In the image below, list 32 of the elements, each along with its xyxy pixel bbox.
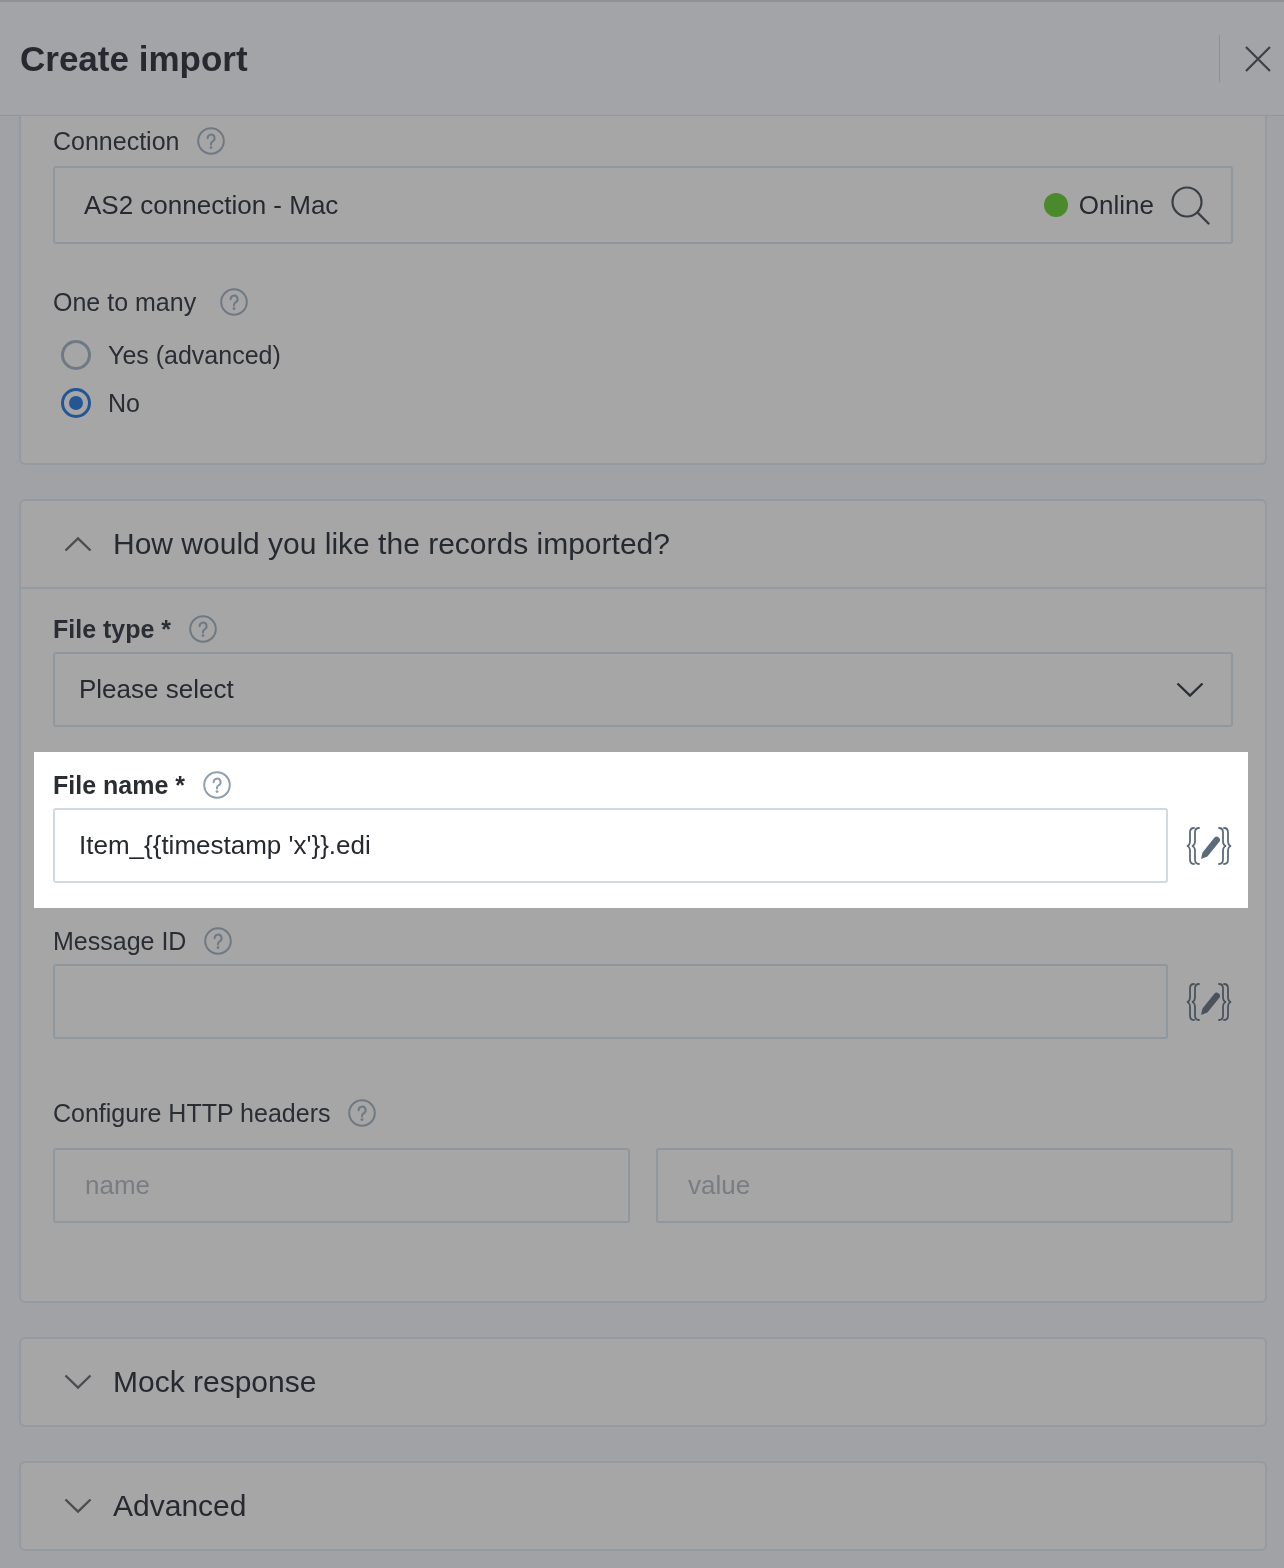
radio-option[interactable]: No [53, 379, 140, 427]
chevron-down-icon[interactable] [1176, 681, 1204, 698]
field-label: Configure HTTP headers [53, 1098, 331, 1128]
radio-option[interactable]: Yes (advanced) [53, 331, 281, 379]
section-header[interactable]: Advanced [21, 1463, 1265, 1549]
radio-icon[interactable] [61, 388, 91, 418]
chevron-up-icon[interactable] [64, 536, 92, 552]
lookup-field[interactable]: AS2 connection - Mac Online [53, 166, 1233, 244]
help-icon[interactable] [197, 127, 226, 155]
help-icon[interactable] [348, 1099, 377, 1127]
dialog-title: Create import [20, 37, 248, 80]
field-label: Connection [53, 126, 180, 156]
search-icon[interactable] [1170, 185, 1210, 225]
braces-pencil-icon[interactable] [1185, 825, 1233, 866]
field-label: Message ID [53, 926, 187, 956]
text-input[interactable]: Item_{{timestamp 'x'}}.edi [53, 808, 1168, 883]
section-header[interactable]: How would you like the records imported? [21, 501, 1265, 589]
status-label: Online [1078, 189, 1154, 221]
braces-pencil-icon[interactable] [1185, 981, 1233, 1022]
field-label: File type * [53, 614, 172, 644]
close-icon[interactable] [1244, 44, 1272, 73]
chevron-down-icon[interactable] [64, 1374, 92, 1390]
chevron-down-icon[interactable] [64, 1498, 92, 1514]
help-icon[interactable] [189, 615, 218, 643]
section-header[interactable]: Mock response [21, 1339, 1265, 1425]
select-field[interactable]: Please select [53, 652, 1233, 727]
field-label: File name * [53, 770, 185, 800]
radio-icon[interactable] [61, 340, 91, 370]
help-icon[interactable] [204, 927, 233, 955]
help-icon[interactable] [203, 771, 231, 799]
field-label: One to many [53, 287, 197, 317]
help-icon[interactable] [220, 288, 249, 316]
